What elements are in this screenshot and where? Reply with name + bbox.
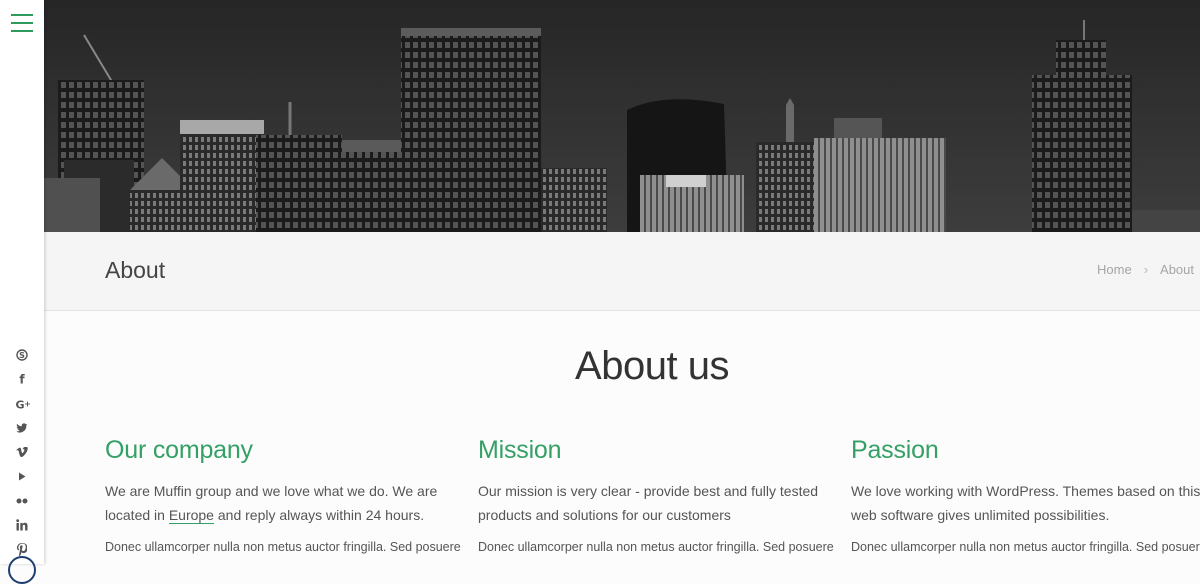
scroll-top-button[interactable] (8, 556, 36, 584)
linkedin-icon[interactable] (0, 513, 44, 537)
section-heading: About us (575, 344, 729, 388)
europe-link[interactable]: Europe (168, 507, 214, 524)
column-text: We love working with WordPress. Themes b… (851, 483, 1200, 523)
column-heading: Our company (105, 436, 253, 464)
skype-icon[interactable]: S (0, 343, 44, 367)
youtube-icon[interactable] (0, 464, 44, 488)
column-extra-text: Donec ullamcorper nulla non metus auctor… (105, 540, 461, 554)
social-links: S f G + (0, 343, 44, 562)
hero-skyline-image (44, 0, 1200, 232)
twitter-icon[interactable] (0, 416, 44, 440)
vimeo-icon[interactable] (0, 440, 44, 464)
hamburger-menu-icon[interactable] (11, 14, 33, 32)
column-heading: Mission (478, 436, 562, 464)
svg-text:f: f (19, 373, 25, 385)
breadcrumb-current-link[interactable]: About (1160, 262, 1194, 277)
flickr-icon[interactable] (0, 489, 44, 513)
facebook-icon[interactable]: f (0, 367, 44, 391)
column-mission: Mission Our mission is very clear - prov… (478, 436, 834, 556)
svg-text:S: S (19, 351, 25, 360)
page-title: About (105, 257, 166, 283)
column-text-part: and reply always within 24 hours. (213, 507, 425, 523)
google-plus-icon[interactable]: G + (0, 392, 44, 416)
column-text: We are Muffin group and we love what we … (105, 479, 455, 527)
column-extra-text: Donec ullamcorper nulla non metus auctor… (851, 540, 1200, 554)
breadcrumb-home-link[interactable]: Home (1097, 262, 1132, 277)
column-passion: Passion We love working with WordPress. … (851, 436, 1200, 556)
column-heading: Passion (851, 436, 939, 464)
column-our-company: Our company We are Muffin group and we l… (105, 436, 461, 556)
side-menu: S f G + (0, 0, 44, 584)
breadcrumb-separator-icon: › (1143, 262, 1149, 277)
column-text: Our mission is very clear - provide best… (478, 483, 819, 523)
svg-text:+: + (24, 399, 31, 408)
column-extra-text: Donec ullamcorper nulla non metus auctor… (478, 540, 834, 554)
breadcrumb: Home › About (1097, 262, 1194, 277)
subheader-bar: About Home › About (44, 232, 1200, 311)
